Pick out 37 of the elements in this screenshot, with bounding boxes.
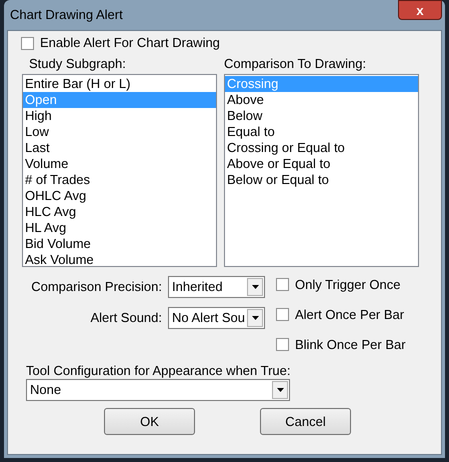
checkbox-label: Blink Once Per Bar	[295, 336, 406, 354]
list-item[interactable]: Below	[225, 108, 418, 124]
list-item[interactable]: Below or Equal to	[225, 172, 418, 188]
checkbox-label: Alert Once Per Bar	[295, 306, 404, 324]
list-item[interactable]: HLC Avg	[23, 204, 216, 220]
list-label: Study Subgraph:	[28, 55, 127, 73]
checkbox-label: Enable Alert For Chart Drawing	[40, 34, 220, 52]
list-item[interactable]: Entire Bar (H or L)	[23, 76, 216, 92]
list-item[interactable]: Equal to	[225, 124, 418, 140]
close-button[interactable]: x	[398, 0, 442, 20]
dialog-button[interactable]: Cancel	[260, 408, 351, 435]
checkbox[interactable]	[276, 308, 289, 321]
list-item[interactable]: Bid Volume	[23, 236, 216, 252]
field-label: Comparison Precision:	[31, 278, 162, 296]
list-item[interactable]: Above	[225, 92, 418, 108]
checkbox-label: Only Trigger Once	[295, 276, 400, 294]
dropdown[interactable]: Inherited	[168, 276, 265, 298]
checkbox[interactable]	[21, 36, 34, 50]
list-item[interactable]: HL Avg	[23, 220, 216, 236]
checkbox[interactable]	[276, 338, 289, 351]
dropdown[interactable]: No Alert Sou	[168, 307, 265, 329]
list-item[interactable]: Crossing or Equal to	[225, 140, 418, 156]
field-label: Alert Sound:	[90, 309, 162, 327]
list-item[interactable]: Volume	[23, 156, 216, 172]
dropdown[interactable]: None	[26, 379, 290, 401]
field-label: Tool Configuration for Appearance when True:	[26, 362, 292, 379]
list-item[interactable]: Last	[23, 140, 216, 156]
dialog-button[interactable]: OK	[104, 408, 195, 435]
list-item[interactable]: # of Trades	[23, 172, 216, 188]
list-item[interactable]: OHLC Avg	[23, 188, 216, 204]
list-label: Comparison To Drawing:	[224, 55, 368, 73]
checkbox[interactable]	[276, 278, 289, 291]
list-item[interactable]: Ask Volume	[23, 252, 216, 266]
list-item[interactable]: Low	[23, 124, 216, 140]
window-title: Chart Drawing Alert	[10, 6, 123, 24]
list-item[interactable]: High	[23, 108, 216, 124]
list-item[interactable]: Above or Equal to	[225, 156, 418, 172]
